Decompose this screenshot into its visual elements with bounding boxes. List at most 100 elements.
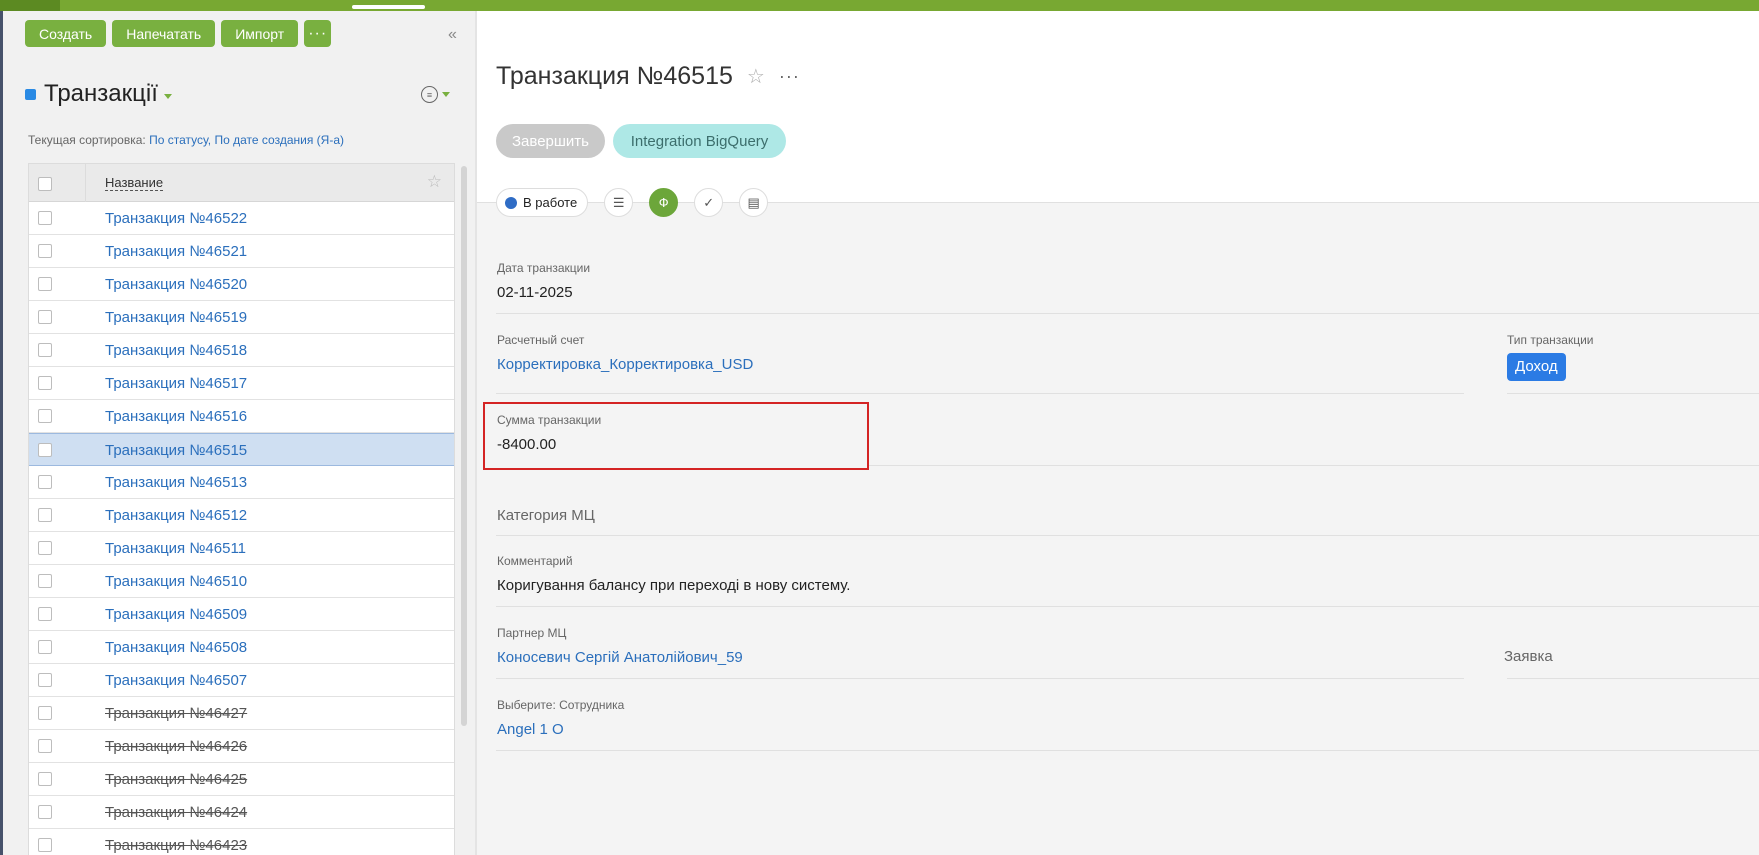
collapse-panel-icon[interactable]: «	[448, 26, 457, 44]
row-checkbox[interactable]	[38, 343, 52, 357]
row-checkbox[interactable]	[38, 640, 52, 654]
table-row[interactable]: Транзакция №46521	[29, 235, 454, 268]
top-app-bar	[0, 0, 1759, 11]
table-row[interactable]: Транзакция №46519	[29, 301, 454, 334]
field-category[interactable]: Категория МЦ	[497, 507, 595, 524]
divider-line	[496, 606, 1759, 607]
list-title[interactable]: Транзакції	[25, 80, 172, 108]
table-row[interactable]: Транзакция №46510	[29, 565, 454, 598]
field-value[interactable]: 02-11-2025	[497, 284, 590, 301]
row-checkbox[interactable]	[38, 673, 52, 687]
divider-line	[1507, 678, 1759, 679]
row-checkbox[interactable]	[38, 838, 52, 852]
star-icon[interactable]: ☆	[427, 172, 442, 192]
row-checkbox[interactable]	[38, 409, 52, 423]
row-link[interactable]: Транзакция №46510	[105, 573, 247, 590]
field-request[interactable]: Заявка	[1504, 648, 1553, 665]
more-options-icon[interactable]: ···	[779, 66, 800, 87]
row-checkbox[interactable]	[38, 376, 52, 390]
row-link[interactable]: Транзакция №46515	[105, 442, 247, 459]
sort-by-status-link[interactable]: По статусу,	[149, 133, 211, 147]
row-checkbox[interactable]	[38, 277, 52, 291]
employee-link[interactable]: Angel 1 O	[497, 721, 624, 738]
table-row[interactable]: Транзакция №46508	[29, 631, 454, 664]
divider-line	[496, 678, 1464, 679]
top-bar-handle[interactable]	[352, 5, 425, 9]
details-icon[interactable]: ☰	[604, 188, 634, 217]
table-header: Название ☆	[29, 164, 454, 202]
row-checkbox[interactable]	[38, 541, 52, 555]
row-checkbox[interactable]	[38, 475, 52, 489]
row-checkbox[interactable]	[38, 244, 52, 258]
import-button[interactable]: Импорт	[221, 20, 299, 47]
table-row[interactable]: Транзакция №46425	[29, 763, 454, 796]
row-link[interactable]: Транзакция №46427	[105, 705, 247, 722]
row-checkbox[interactable]	[38, 508, 52, 522]
row-link[interactable]: Транзакция №46513	[105, 474, 247, 491]
field-transaction-type: Тип транзакции Доход	[1507, 333, 1594, 381]
list-scrollbar[interactable]	[461, 166, 467, 726]
row-checkbox[interactable]	[38, 310, 52, 324]
comment-value[interactable]: Коригування балансу при переході в нову …	[497, 577, 850, 594]
row-link[interactable]: Транзакция №46517	[105, 375, 247, 392]
table-row[interactable]: Транзакция №46513	[29, 466, 454, 499]
row-checkbox[interactable]	[38, 706, 52, 720]
table-row[interactable]: Транзакция №46427	[29, 697, 454, 730]
row-link[interactable]: Транзакция №46509	[105, 606, 247, 623]
create-button[interactable]: Создать	[25, 20, 107, 47]
table-row[interactable]: Транзакция №46517	[29, 367, 454, 400]
table-row[interactable]: Транзакция №46424	[29, 796, 454, 829]
row-link[interactable]: Транзакция №46521	[105, 243, 247, 260]
table-row[interactable]: Транзакция №46522	[29, 202, 454, 235]
print-button[interactable]: Напечатать	[112, 20, 216, 47]
sort-by-date-link[interactable]: По дате создания (Я-а)	[215, 133, 345, 147]
row-link[interactable]: Транзакция №46425	[105, 771, 247, 788]
table-row[interactable]: Транзакция №46512	[29, 499, 454, 532]
finance-icon[interactable]: Ф	[649, 188, 679, 217]
table-row[interactable]: Транзакция №46507	[29, 664, 454, 697]
row-link[interactable]: Транзакция №46423	[105, 837, 247, 854]
check-circle-icon[interactable]: ✓	[694, 188, 724, 217]
table-row[interactable]: Транзакция №46426	[29, 730, 454, 763]
row-link[interactable]: Транзакция №46520	[105, 276, 247, 293]
row-link[interactable]: Транзакция №46518	[105, 342, 247, 359]
table-row[interactable]: Транзакция №46520	[29, 268, 454, 301]
row-link[interactable]: Транзакция №46507	[105, 672, 247, 689]
row-link[interactable]: Транзакция №46519	[105, 309, 247, 326]
row-checkbox[interactable]	[38, 211, 52, 225]
column-header-name[interactable]: Название	[105, 176, 164, 191]
star-icon[interactable]: ☆	[747, 64, 765, 89]
divider-line	[496, 393, 1464, 394]
finish-button[interactable]: Завершить	[496, 124, 605, 158]
row-checkbox[interactable]	[38, 443, 52, 457]
row-checkbox[interactable]	[38, 739, 52, 753]
transaction-type-badge[interactable]: Доход	[1507, 353, 1566, 381]
row-link[interactable]: Транзакция №46511	[105, 540, 246, 557]
partner-link[interactable]: Коносевич Сергій Анатолійович_59	[497, 649, 743, 666]
more-actions-button[interactable]: ···	[304, 20, 332, 47]
row-link[interactable]: Транзакция №46522	[105, 210, 247, 227]
row-checkbox[interactable]	[38, 574, 52, 588]
table-row[interactable]: Транзакция №46518	[29, 334, 454, 367]
table-row[interactable]: Транзакция №46511	[29, 532, 454, 565]
row-checkbox[interactable]	[38, 805, 52, 819]
row-link[interactable]: Транзакция №46512	[105, 507, 247, 524]
status-badge[interactable]: В работе	[496, 188, 589, 217]
table-row[interactable]: Транзакция №46509	[29, 598, 454, 631]
row-checkbox[interactable]	[38, 607, 52, 621]
table-row[interactable]: Транзакция №46515	[29, 433, 454, 466]
row-link[interactable]: Транзакция №46516	[105, 408, 247, 425]
account-link[interactable]: Корректировка_Корректировка_USD	[497, 356, 753, 373]
comments-icon[interactable]: ▤	[739, 188, 769, 217]
row-checkbox[interactable]	[38, 772, 52, 786]
table-row[interactable]: Транзакция №46423	[29, 829, 454, 855]
integration-bigquery-button[interactable]: Integration BigQuery	[613, 124, 786, 158]
filter-button[interactable]: ≡	[421, 86, 450, 103]
divider-line	[496, 313, 1759, 314]
select-all-checkbox[interactable]	[38, 177, 52, 191]
table-row[interactable]: Транзакция №46516	[29, 400, 454, 433]
row-link[interactable]: Транзакция №46508	[105, 639, 247, 656]
row-link[interactable]: Транзакция №46424	[105, 804, 247, 821]
row-link[interactable]: Транзакция №46426	[105, 738, 247, 755]
field-label: Комментарий	[497, 554, 573, 568]
